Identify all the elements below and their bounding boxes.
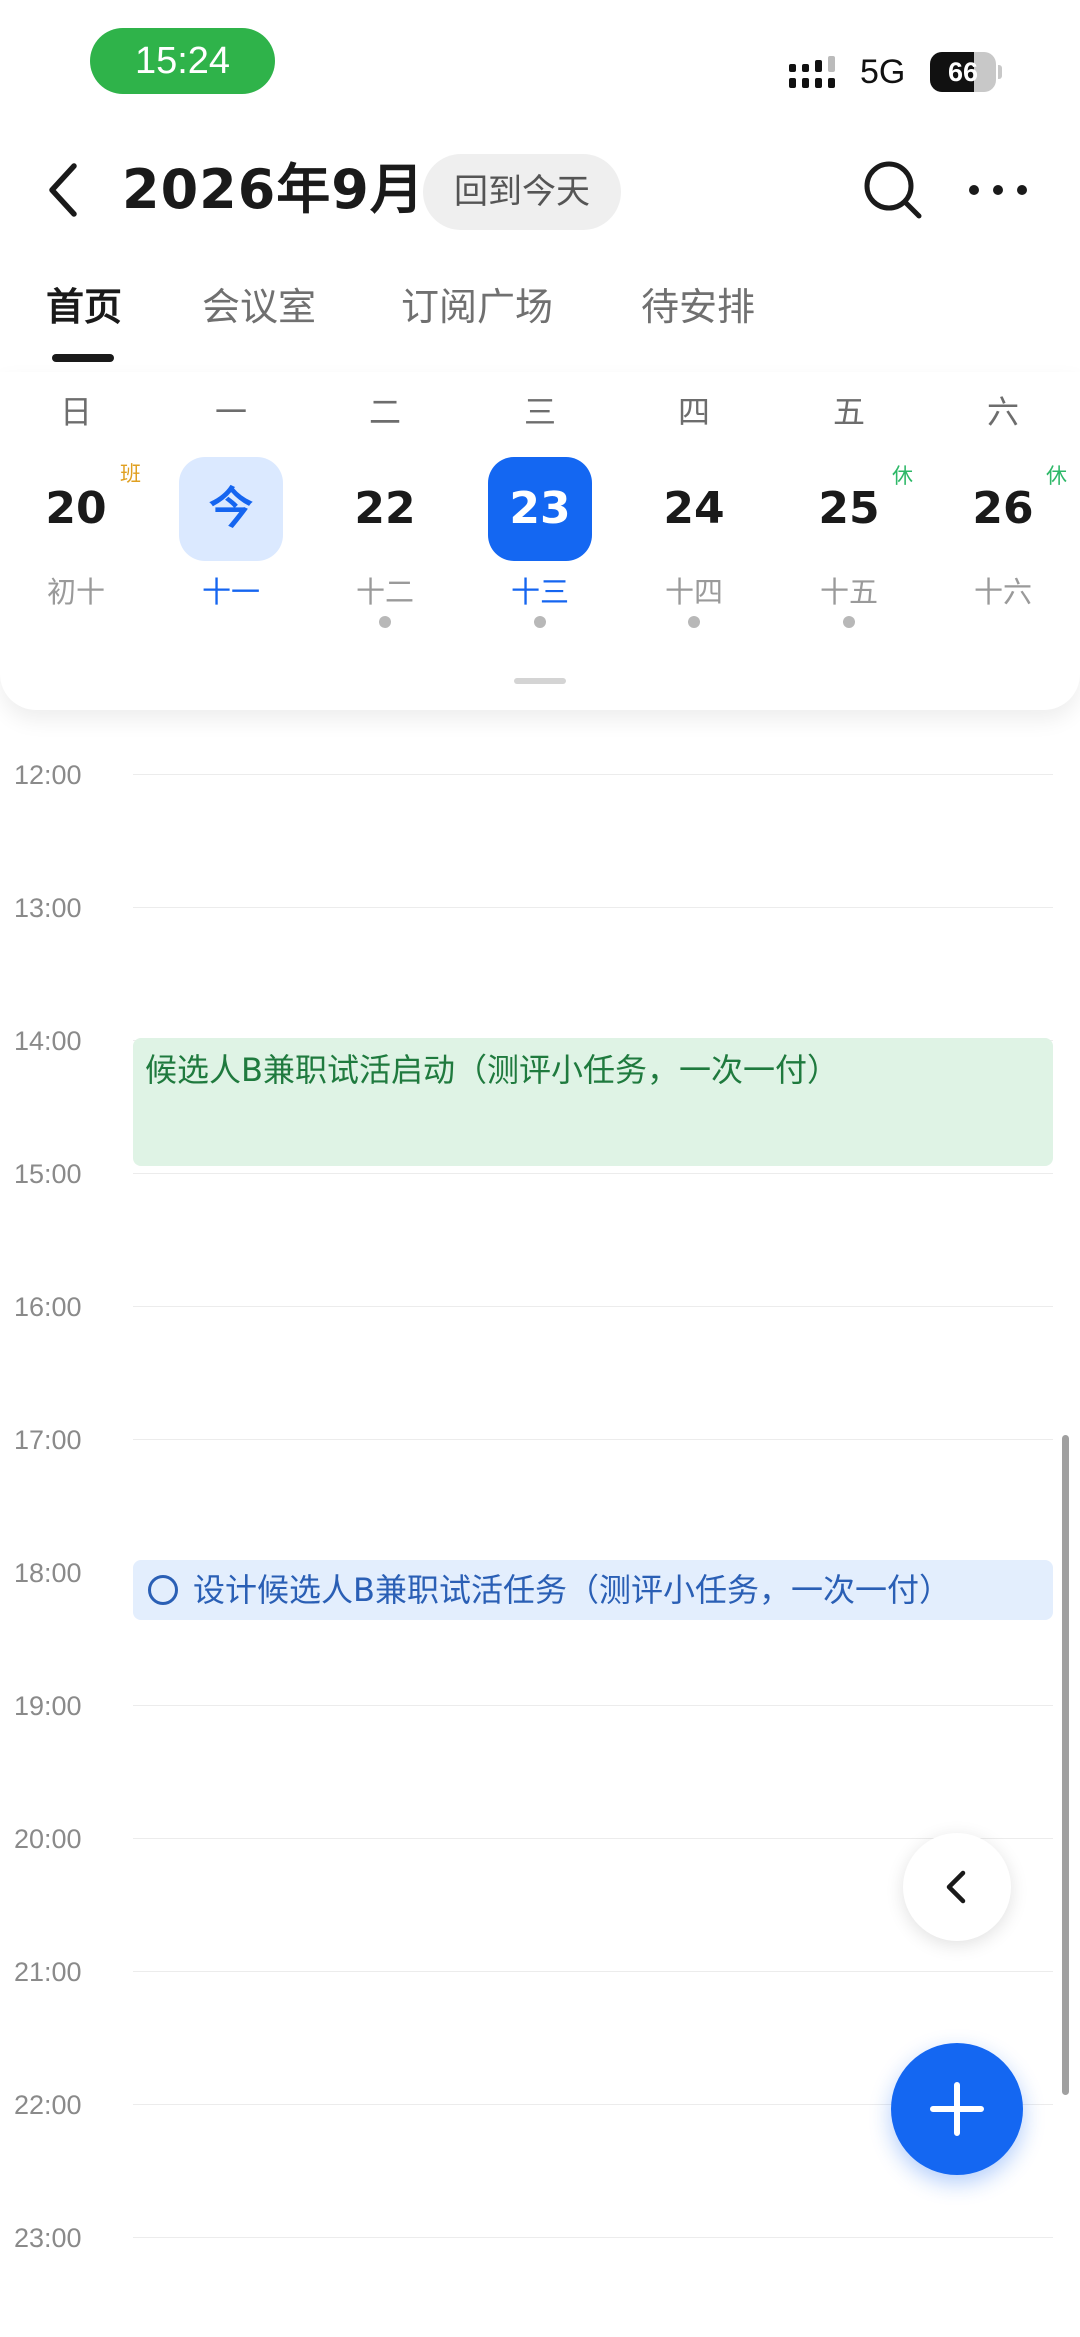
- collapse-panel-button[interactable]: [903, 1833, 1011, 1941]
- task-block[interactable]: 设计候选人B兼职试活任务（测评小任务，一次一付）: [133, 1560, 1053, 1620]
- hour-divider: [133, 774, 1053, 775]
- weekday-label: 二: [368, 393, 401, 431]
- event-dot: [534, 616, 546, 628]
- weekday-label: 日: [59, 393, 92, 431]
- hour-label: 16:00: [14, 1292, 82, 1322]
- chevron-left-icon: [946, 1870, 966, 1904]
- event-title: 候选人B兼职试活启动（测评小任务，一次一付）: [145, 1051, 839, 1089]
- status-time: 15:24: [90, 28, 275, 94]
- day-tuesday[interactable]: 二 22 十二: [315, 372, 455, 672]
- hour-label: 20:00: [14, 1824, 82, 1854]
- day-sunday[interactable]: 日 20 班 初十: [6, 372, 146, 672]
- active-tab-indicator: [52, 354, 114, 362]
- search-icon: [864, 161, 922, 219]
- weekday-label: 一: [214, 393, 247, 431]
- chevron-left-icon: [49, 163, 77, 217]
- calendar-header: 2026年9月 回到今天: [0, 140, 1080, 240]
- scrollbar[interactable]: [1062, 1435, 1069, 2095]
- hour-divider: [133, 1705, 1053, 1706]
- day-saturday[interactable]: 六 26 休 十六: [933, 372, 1073, 672]
- week-strip: 日 20 班 初十 一 今 十一 二 22 十二 三 23 十三 四 24 十四: [0, 372, 1080, 710]
- date-number: 20: [45, 483, 107, 534]
- tab-bar: 首页 会议室 订阅广场 待安排: [0, 262, 1080, 373]
- signal-icon: [789, 56, 835, 88]
- hour-divider: [133, 2237, 1053, 2238]
- weekday-label: 四: [677, 393, 710, 431]
- lunar-date: 十二: [355, 575, 414, 609]
- day-thursday[interactable]: 四 24 十四: [624, 372, 764, 672]
- battery-icon: 66: [930, 52, 1002, 92]
- more-icon: [969, 185, 1027, 195]
- hour-divider: [133, 1306, 1053, 1307]
- back-to-today-button[interactable]: 回到今天: [423, 154, 621, 230]
- lunar-date: 十四: [664, 575, 723, 609]
- date-number: 24: [663, 483, 725, 534]
- holiday-badge: 休: [1046, 464, 1067, 488]
- date-number: 26: [972, 483, 1034, 534]
- holiday-badge: 休: [892, 464, 913, 488]
- hour-label: 21:00: [14, 1957, 82, 1987]
- today-date: 今: [179, 457, 283, 561]
- tab-subscription-square[interactable]: 订阅广场: [401, 282, 553, 332]
- event-dot: [688, 616, 700, 628]
- search-button[interactable]: [855, 152, 931, 228]
- day-wednesday[interactable]: 三 23 十三: [470, 372, 610, 672]
- hour-label: 13:00: [14, 893, 82, 923]
- tab-home[interactable]: 首页: [46, 282, 122, 332]
- status-bar: 15:24 5G 66: [0, 0, 1080, 130]
- hour-label: 17:00: [14, 1425, 82, 1455]
- hour-label: 19:00: [14, 1691, 82, 1721]
- lunar-date: 十一: [201, 575, 260, 609]
- lunar-date: 十三: [510, 575, 569, 609]
- event-dot: [379, 616, 391, 628]
- hour-divider: [133, 1173, 1053, 1174]
- date-number: 25: [818, 483, 880, 534]
- workday-badge: 班: [120, 462, 141, 486]
- selected-date: 23: [488, 457, 592, 561]
- event-block[interactable]: 候选人B兼职试活启动（测评小任务，一次一付）: [133, 1038, 1053, 1166]
- back-button[interactable]: [30, 152, 100, 228]
- hour-label: 14:00: [14, 1026, 82, 1056]
- add-event-button[interactable]: [891, 2043, 1023, 2175]
- hour-divider: [133, 1439, 1053, 1440]
- hour-label: 15:00: [14, 1159, 82, 1189]
- day-monday[interactable]: 一 今 十一: [161, 372, 301, 672]
- more-button[interactable]: [960, 152, 1036, 228]
- hour-label: 18:00: [14, 1558, 82, 1588]
- weekday-label: 六: [986, 393, 1019, 431]
- tab-to-schedule[interactable]: 待安排: [641, 282, 755, 332]
- hour-divider: [133, 907, 1053, 908]
- date-number: 22: [354, 483, 416, 534]
- calendar-screen: 15:24 5G 66 2026年9月 回到今天 首页 会议室 订阅广场 待安排…: [0, 0, 1080, 2337]
- battery-level: 66: [947, 57, 979, 87]
- day-friday[interactable]: 五 25 休 十五: [779, 372, 919, 672]
- task-checkbox-icon[interactable]: [148, 1575, 178, 1605]
- network-type: 5G: [860, 53, 906, 91]
- hour-label: 23:00: [14, 2223, 82, 2253]
- weekday-label: 五: [832, 393, 865, 431]
- tab-meeting-room[interactable]: 会议室: [202, 282, 316, 332]
- hour-label: 12:00: [14, 760, 82, 790]
- lunar-date: 十六: [973, 575, 1032, 609]
- plus-icon: [930, 2082, 984, 2136]
- lunar-date: 初十: [46, 575, 105, 609]
- expand-handle[interactable]: [514, 678, 566, 684]
- month-title[interactable]: 2026年9月: [122, 158, 425, 222]
- hour-divider: [133, 1971, 1053, 1972]
- event-dot: [843, 616, 855, 628]
- task-title: 设计候选人B兼职试活任务（测评小任务，一次一付）: [193, 1571, 951, 1609]
- hour-label: 22:00: [14, 2090, 82, 2120]
- weekday-label: 三: [523, 393, 556, 431]
- lunar-date: 十五: [819, 575, 878, 609]
